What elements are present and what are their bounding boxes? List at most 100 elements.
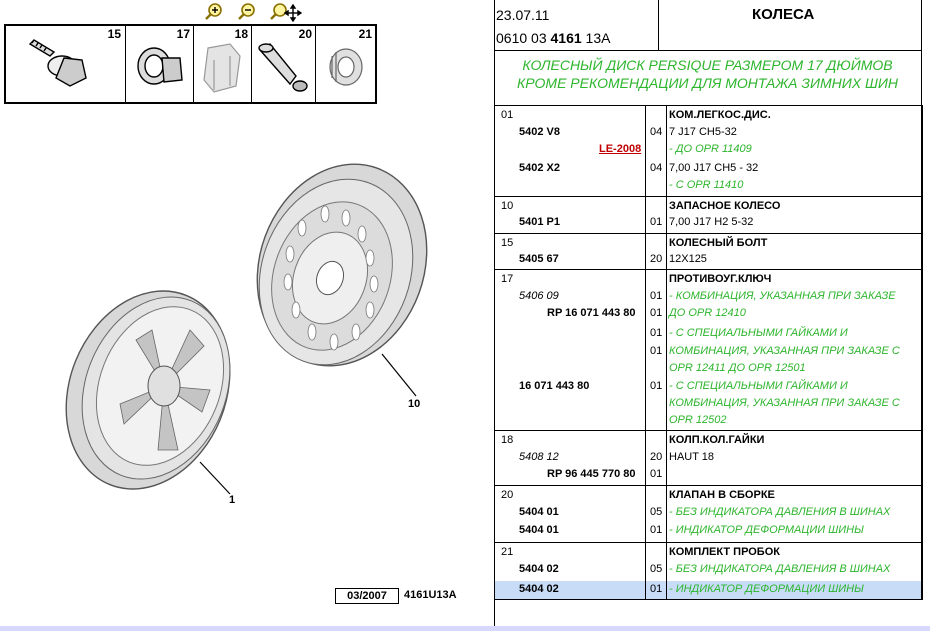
thumbnail-15[interactable]: 15: [6, 26, 125, 102]
zoom-in-icon[interactable]: [203, 2, 225, 22]
group-name: КЛАПАН В СБОРКЕ: [669, 489, 775, 501]
thumbnail-21[interactable]: 21: [315, 26, 376, 102]
col-divider: [645, 486, 646, 542]
part-note: OPR 12411 ДО OPR 12501: [669, 362, 806, 374]
le-2008-link[interactable]: LE-2008: [599, 143, 641, 155]
wheels-illustration: [65, 163, 428, 495]
part-description: 7,00 J17 H2 5-32: [669, 216, 754, 228]
parts-group-01: 01 КОМ.ЛЕГКОС.ДИС. 5402 V8 04 7 J17 CH5-…: [495, 106, 922, 197]
col-divider: [645, 106, 646, 196]
parts-info-panel: 23.07.11 0610 03 4161 13A КОЛЕСА КОЛЕСНЫ…: [494, 0, 923, 631]
col-divider: [666, 197, 667, 233]
anti-theft-key-icon: [137, 47, 183, 85]
group-name: ПРОТИВОУГ.КЛЮЧ: [669, 273, 772, 285]
part-number[interactable]: 5404 02: [519, 563, 559, 575]
bottom-scroll-strip: [0, 626, 930, 631]
part-quantity: 01: [650, 380, 663, 392]
part-number[interactable]: 5402 V8: [519, 126, 560, 138]
part-description: HAUT 18: [669, 451, 715, 463]
plug-kit-icon: [329, 48, 363, 86]
parts-group-10: 10 ЗАПАСНОЕ КОЛЕСО 5401 P1 01 7,00 J17 H…: [495, 197, 922, 234]
parts-group-17: 17 ПРОТИВОУГ.КЛЮЧ 5406 09 01 - КОМБИНАЦИ…: [495, 270, 922, 431]
part-number[interactable]: 16 071 443 80: [519, 380, 589, 392]
part-note: - ИНДИКАТОР ДЕФОРМАЦИИ ШИНЫ: [669, 524, 864, 536]
header-reference: 0610 03 4161 13A: [496, 30, 610, 46]
thumbnail-number: 21: [358, 27, 372, 41]
part-description: 7 J17 CH5-32: [669, 126, 737, 138]
part-number[interactable]: 5401 P1: [519, 216, 560, 228]
header-ref-prefix: 0610 03: [496, 30, 551, 46]
subtitle-line-1: КОЛЕСНЫЙ ДИСК PERSIQUE РАЗМЕРОМ 17 ДЮЙМО…: [522, 57, 893, 73]
group-name: КОЛП.КОЛ.ГАЙКИ: [669, 434, 765, 446]
col-divider: [666, 486, 667, 542]
group-number: 10: [501, 200, 514, 212]
part-number[interactable]: 5408 12: [519, 451, 559, 463]
group-name: КОМПЛЕКТ ПРОБОК: [669, 546, 780, 558]
col-divider: [645, 270, 646, 430]
zoom-move-icon[interactable]: [268, 2, 303, 23]
spare-wheel-drawing: [256, 163, 428, 397]
page-header: 23.07.11 0610 03 4161 13A КОЛЕСА: [494, 0, 921, 51]
part-note: - БЕЗ ИНДИКАТОРА ДАВЛЕНИЯ В ШИНАХ: [669, 506, 891, 518]
header-ref-suffix: 13A: [581, 30, 611, 46]
part-number[interactable]: 5402 X2: [519, 162, 560, 174]
part-number[interactable]: 5405 67: [519, 253, 559, 265]
part-quantity: 20: [650, 253, 663, 265]
group-number: 21: [501, 546, 514, 558]
part-number[interactable]: 5404 01: [519, 524, 559, 536]
part-quantity: 05: [650, 563, 663, 575]
part-number[interactable]: RP 96 445 770 80: [547, 468, 635, 480]
thumbnail-20[interactable]: 20: [251, 26, 316, 102]
page-subtitle: КОЛЕСНЫЙ ДИСК PERSIQUE РАЗМЕРОМ 17 ДЮЙМО…: [494, 56, 921, 92]
part-quantity: 01: [650, 290, 663, 302]
zoom-out-icon[interactable]: [236, 2, 258, 22]
col-divider: [666, 234, 667, 269]
callout-1[interactable]: 1: [229, 494, 235, 506]
part-number[interactable]: 5404 01: [519, 506, 559, 518]
part-note: - ИНДИКАТОР ДЕФОРМАЦИИ ШИНЫ: [669, 583, 864, 595]
nut-cap-icon: [203, 43, 241, 93]
group-number: 01: [501, 109, 514, 121]
col-divider: [666, 270, 667, 430]
part-note: КОМБИНАЦИЯ, УКАЗАННАЯ ПРИ ЗАКАЗЕ С: [669, 397, 900, 409]
parts-catalog-page: 15 17 18 20 21 10 1 03/2007 4161U13A 23.…: [0, 0, 930, 631]
part-description: 7,00 J17 CH5 - 32: [669, 162, 759, 174]
part-note: - С СПЕЦИАЛЬНЫМИ ГАЙКАМИ И: [669, 327, 848, 339]
part-note: - КОМБИНАЦИЯ, УКАЗАННАЯ ПРИ ЗАКАЗЕ: [669, 290, 896, 302]
illustration-panel: 15 17 18 20 21 10 1 03/2007 4161U13A: [0, 0, 494, 631]
callout-10[interactable]: 10: [408, 398, 420, 410]
part-note: - БЕЗ ИНДИКАТОРА ДАВЛЕНИЯ В ШИНАХ: [669, 563, 891, 575]
part-note: - С OPR 11410: [669, 179, 744, 191]
parts-table: 01 КОМ.ЛЕГКОС.ДИС. 5402 V8 04 7 J17 CH5-…: [494, 105, 923, 600]
part-quantity: 05: [650, 506, 663, 518]
parts-group-21: 21 КОМПЛЕКТ ПРОБОК 5404 02 05 - БЕЗ ИНДИ…: [495, 543, 922, 600]
part-note: - С СПЕЦИАЛЬНЫМИ ГАЙКАМИ И: [669, 380, 848, 392]
parts-thumbnails: 15 17 18 20 21: [4, 24, 377, 104]
part-note: OPR 12502: [669, 414, 727, 426]
valve-icon: [258, 43, 308, 92]
part-number[interactable]: 5404 02: [519, 583, 559, 595]
part-note: ДО OPR 12410: [669, 307, 746, 319]
part-number[interactable]: RP 16 071 443 80: [547, 307, 635, 319]
col-divider: [645, 543, 646, 599]
header-ref-bold: 4161: [550, 30, 582, 46]
part-quantity: 04: [650, 126, 663, 138]
col-divider: [645, 197, 646, 233]
part-quantity: 20: [650, 451, 663, 463]
parts-group-20: 20 КЛАПАН В СБОРКЕ 5404 01 05 - БЕЗ ИНДИ…: [495, 486, 922, 543]
illustration-date: 03/2007: [335, 588, 399, 604]
part-description: 12X125: [669, 253, 707, 265]
part-quantity: 01: [650, 345, 663, 357]
part-number[interactable]: 5406 09: [519, 290, 559, 302]
part-quantity: 01: [650, 327, 663, 339]
thumbnail-18[interactable]: 18: [193, 26, 252, 102]
thumbnail-17[interactable]: 17: [125, 26, 194, 102]
group-number: 20: [501, 489, 514, 501]
thumbnail-number: 18: [234, 27, 248, 41]
part-quantity: 01: [650, 468, 663, 480]
part-quantity: 01: [650, 216, 663, 228]
illustration-code: 4161U13A: [404, 589, 457, 601]
part-note: - ДО OPR 11409: [669, 143, 752, 155]
group-number: 17: [501, 273, 514, 285]
group-name: КОМ.ЛЕГКОС.ДИС.: [669, 109, 771, 121]
